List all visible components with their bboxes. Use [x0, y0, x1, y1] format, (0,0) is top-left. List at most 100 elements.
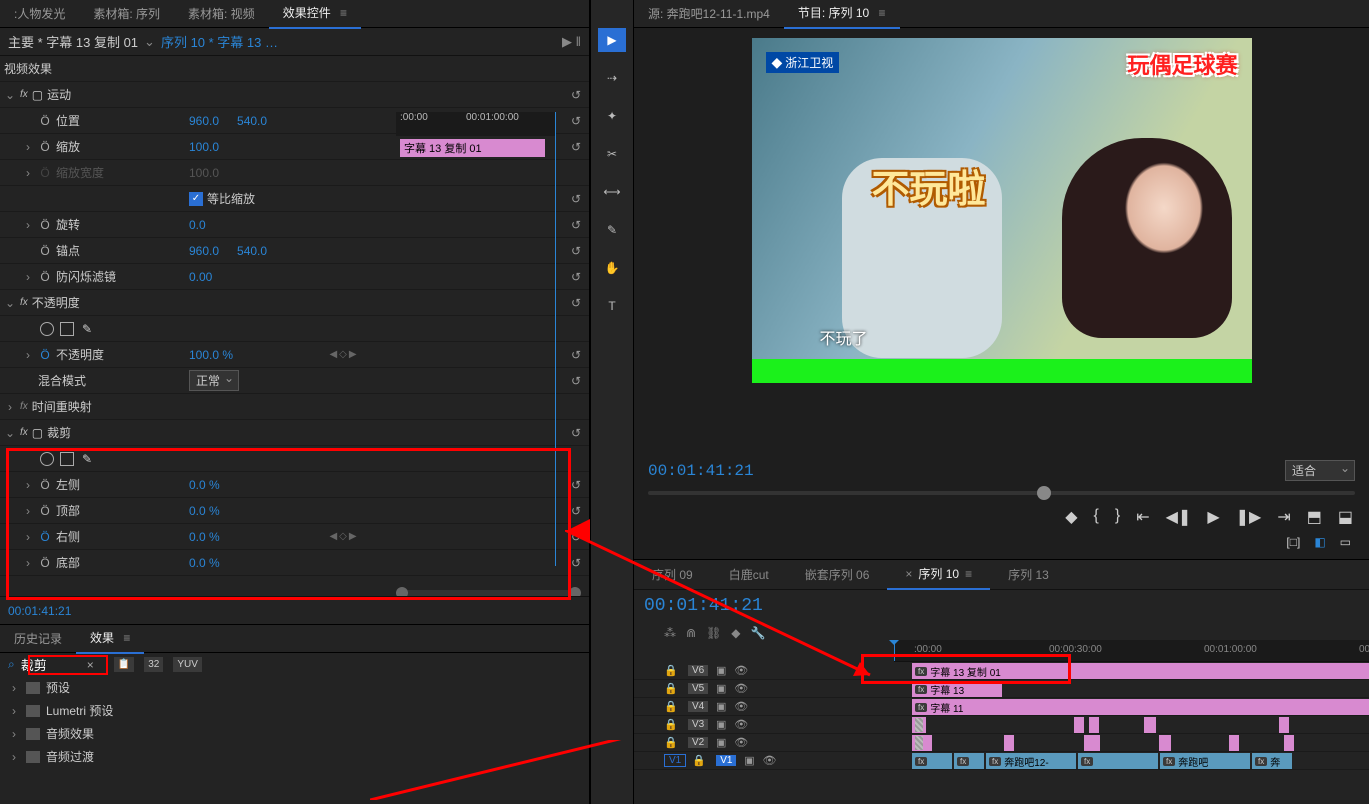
razor-tool-icon[interactable]: ✂ [598, 142, 626, 166]
settings-wrench-icon[interactable]: 🔧 [751, 626, 766, 640]
nest-icon[interactable]: ⁂ [664, 626, 676, 640]
add-marker-icon[interactable]: ◆ [1065, 507, 1077, 527]
play-icon[interactable]: ▶ [1207, 507, 1219, 527]
clip-subtitle-13-copy01[interactable]: fx字幕 13 复制 01 [912, 663, 1369, 679]
clip-run-2[interactable]: fx奔跑吧 [1160, 753, 1250, 769]
crop-top-value[interactable]: 0.0 % [189, 504, 220, 518]
scale-value[interactable]: 100.0 [189, 140, 219, 154]
step-back-icon[interactable]: ◀❚ [1166, 507, 1192, 527]
tree-audio-tr[interactable]: 音频过渡 [46, 748, 94, 765]
go-to-out-icon[interactable]: ⇥ [1277, 507, 1290, 527]
reset-button[interactable]: ↺ [571, 270, 581, 284]
tree-audio-fx[interactable]: 音频效果 [46, 725, 94, 742]
anchor-x[interactable]: 960.0 [189, 244, 219, 258]
marker-icon[interactable]: ◆ [731, 626, 740, 640]
track-output-icon[interactable]: ▣ [714, 664, 728, 677]
rotation-value[interactable]: 0.0 [189, 218, 206, 232]
step-fwd-icon[interactable]: ❚▶ [1236, 507, 1262, 527]
stopwatch-icon[interactable]: Ö [38, 218, 52, 232]
reset-button[interactable]: ↺ [571, 192, 581, 206]
timeline-ruler[interactable]: :00:00 00:00:30:00 00:01:00:00 00:01:30:… [894, 640, 1369, 662]
reset-button[interactable]: ↺ [571, 140, 581, 154]
extract-icon[interactable]: ⬓ [1338, 507, 1353, 527]
rect-mask-icon[interactable] [60, 322, 74, 336]
fx-badge[interactable]: fx [20, 89, 28, 100]
clear-search-icon[interactable]: × [87, 658, 94, 672]
stopwatch-icon[interactable]: Ö [38, 244, 52, 258]
program-monitor[interactable]: ◆浙江卫视 玩偶足球赛 不玩啦 不玩了 [752, 38, 1252, 383]
anchor-y[interactable]: 540.0 [237, 244, 267, 258]
box-icon[interactable]: ▢ [32, 88, 43, 102]
stopwatch-icon[interactable]: Ö [38, 270, 52, 284]
settings-icon[interactable]: ▭ [1340, 535, 1351, 549]
pen-mask-icon[interactable]: ✎ [82, 322, 92, 336]
reset-button[interactable]: ↺ [571, 88, 581, 102]
antiflicker-value[interactable]: 0.00 [189, 270, 212, 284]
safe-margins-icon[interactable]: ◧ [1314, 535, 1325, 549]
linked-selection-icon[interactable]: ⛓ [706, 626, 721, 640]
eye-icon[interactable]: 👁 [734, 664, 748, 677]
tl-tab-seq09[interactable]: 序列 09 [634, 560, 711, 589]
selection-tool-icon[interactable]: ▶ [598, 28, 626, 52]
ec-sequence-link[interactable]: 序列 10 * 字幕 13 … [161, 32, 278, 51]
time-remap-header[interactable]: 时间重映射 [32, 398, 92, 415]
tl-tab-seq13[interactable]: 序列 13 [990, 560, 1067, 589]
crop-right-value[interactable]: 0.0 % [189, 530, 220, 544]
opacity-value[interactable]: 100.0 % [189, 348, 233, 362]
pen-mask-icon[interactable]: ✎ [82, 452, 92, 466]
rect-mask-icon[interactable] [60, 452, 74, 466]
twirl-icon[interactable]: › [22, 140, 34, 154]
clip-run-1[interactable]: fx奔跑吧12- [986, 753, 1076, 769]
timeline-playhead[interactable] [894, 640, 895, 661]
blend-mode-select[interactable]: 正常 [189, 370, 239, 391]
ec-playhead[interactable] [555, 112, 556, 566]
fit-select[interactable]: 适合 [1285, 460, 1355, 481]
type-tool-icon[interactable]: T [598, 294, 626, 318]
tab-effects[interactable]: 效果 ≡ [76, 623, 144, 654]
clip-subtitle-11[interactable]: fx字幕 11 [912, 699, 1369, 715]
motion-header[interactable]: 运动 [47, 86, 71, 103]
program-scrubber[interactable] [648, 491, 1355, 495]
snap-icon[interactable]: ⋒ [686, 626, 696, 640]
uniform-scale-checkbox[interactable]: ✓等比缩放 [189, 190, 255, 207]
tl-tab-seq10[interactable]: × 序列 10 ≡ [887, 559, 990, 590]
reset-button[interactable]: ↺ [571, 244, 581, 258]
tab-effect-controls[interactable]: 效果控件 ≡ [269, 0, 361, 29]
clip-subtitle-13[interactable]: fx字幕 13 [912, 681, 1002, 697]
go-to-in-icon[interactable]: ⇤ [1136, 507, 1149, 527]
mark-out-icon[interactable]: } [1115, 507, 1120, 527]
ec-mini-clip[interactable]: 字幕 13 复制 01 [400, 139, 545, 157]
crop-bottom-value[interactable]: 0.0 % [189, 556, 220, 570]
timeline-timecode[interactable]: 00:01:41:21 [644, 596, 763, 616]
ec-timecode[interactable]: 00:01:41:21 [0, 596, 589, 624]
clip-run-3[interactable]: fx奔 [1252, 753, 1292, 769]
crop-left-value[interactable]: 0.0 % [189, 478, 220, 492]
stopwatch-icon[interactable]: Ö [38, 114, 52, 128]
mark-in-icon[interactable]: { [1094, 507, 1099, 527]
tab-glow[interactable]: :人物发光 [0, 0, 79, 28]
slip-tool-icon[interactable]: ⟷ [598, 180, 626, 204]
box-icon[interactable]: ▢ [32, 426, 43, 440]
tab-bin-video[interactable]: 素材箱: 视频 [174, 0, 269, 28]
stopwatch-icon[interactable]: Ö [38, 140, 52, 154]
opacity-header[interactable]: 不透明度 [32, 294, 80, 311]
track-v6[interactable]: V6 [688, 665, 708, 676]
reset-button[interactable]: ↺ [571, 114, 581, 128]
lock-icon[interactable]: 🔒 [664, 664, 678, 677]
tab-source[interactable]: 源: 奔跑吧12-11-1.mp4 [634, 0, 784, 28]
tab-bin-seq[interactable]: 素材箱: 序列 [79, 0, 174, 28]
program-timecode[interactable]: 00:01:41:21 [648, 462, 754, 480]
ellipse-mask-icon[interactable] [40, 322, 54, 336]
hand-tool-icon[interactable]: ✋ [598, 256, 626, 280]
ripple-edit-tool-icon[interactable]: ✦ [598, 104, 626, 128]
pen-tool-icon[interactable]: ✎ [598, 218, 626, 242]
track-select-tool-icon[interactable]: ⇢ [598, 66, 626, 90]
ellipse-mask-icon[interactable] [40, 452, 54, 466]
twirl-icon[interactable]: ⌄ [4, 88, 16, 102]
badge-yuv[interactable]: YUV [173, 657, 202, 672]
reset-button[interactable]: ↺ [571, 218, 581, 232]
tree-presets[interactable]: 预设 [46, 679, 70, 696]
effects-search-input[interactable] [21, 657, 81, 672]
stopwatch-icon[interactable]: Ö [38, 348, 52, 362]
comparison-view-icon[interactable]: [□] [1286, 535, 1300, 549]
